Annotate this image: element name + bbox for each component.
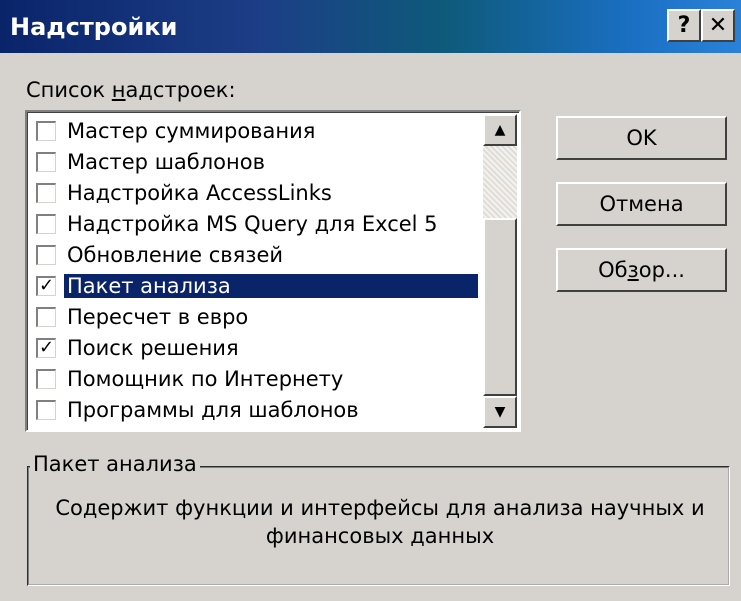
close-button[interactable]: ✕ bbox=[701, 9, 735, 42]
addin-checkbox[interactable] bbox=[36, 368, 56, 389]
description-text: Содержит функции и интерфейсы для анализ… bbox=[55, 496, 705, 548]
addin-checkbox[interactable] bbox=[36, 306, 56, 327]
list-item[interactable]: Обновление связей bbox=[30, 239, 478, 270]
list-item[interactable]: Надстройка MS Query для Excel 5 bbox=[30, 208, 478, 239]
scroll-up-button[interactable]: ▲ bbox=[483, 114, 517, 146]
vertical-scrollbar[interactable]: ▲ ▼ bbox=[483, 114, 517, 428]
title-bar: Надстройки ? ✕ bbox=[0, 0, 741, 53]
addin-label: Пакет анализа bbox=[64, 273, 478, 298]
addin-checkbox[interactable] bbox=[36, 399, 56, 420]
addin-checkbox[interactable] bbox=[36, 151, 56, 172]
addin-checkbox[interactable]: ✓ bbox=[36, 275, 56, 296]
list-item[interactable]: Пересчет в евро bbox=[30, 301, 478, 332]
addins-dialog: Надстройки ? ✕ Список надстроек: Мастер … bbox=[0, 0, 741, 601]
addin-label: Мастер шаблонов bbox=[67, 149, 265, 174]
addins-list-label: Список надстроек: bbox=[26, 78, 236, 102]
scroll-thumb[interactable] bbox=[483, 218, 517, 396]
cancel-button[interactable]: Отмена bbox=[556, 182, 727, 226]
scroll-down-button[interactable]: ▼ bbox=[483, 396, 517, 428]
list-item[interactable]: ✓ Поиск решения bbox=[30, 332, 478, 363]
addins-listbox[interactable]: Мастер суммирования Мастер шаблонов Надстр… bbox=[25, 110, 521, 432]
addin-label: Программы для шаблонов bbox=[67, 397, 359, 422]
description-title: Пакет анализа bbox=[30, 452, 200, 476]
addin-checkbox[interactable] bbox=[36, 244, 56, 265]
list-item[interactable]: Программы для шаблонов bbox=[30, 394, 478, 425]
addin-label: Поиск решения bbox=[67, 335, 239, 360]
addin-checkbox[interactable] bbox=[36, 120, 56, 141]
list-item[interactable]: ✓ Пакет анализа bbox=[30, 270, 478, 301]
addin-label: Надстройка AccessLinks bbox=[67, 180, 332, 205]
list-item[interactable]: Мастер суммирования bbox=[30, 115, 478, 146]
addin-checkbox[interactable] bbox=[36, 213, 56, 234]
browse-button[interactable]: Об з ор... bbox=[556, 248, 727, 292]
help-button[interactable]: ? bbox=[667, 9, 701, 42]
dialog-title: Надстройки bbox=[10, 13, 178, 41]
list-item[interactable]: Помощник по Интернету bbox=[30, 363, 478, 394]
addins-list-items: Мастер суммирования Мастер шаблонов Надстр… bbox=[30, 115, 478, 425]
ok-button[interactable]: OK bbox=[556, 116, 727, 160]
addin-checkbox[interactable] bbox=[36, 182, 56, 203]
addin-label: Пересчет в евро bbox=[67, 304, 249, 329]
addin-label: Мастер суммирования bbox=[67, 118, 316, 143]
list-item[interactable]: Надстройка AccessLinks bbox=[30, 177, 478, 208]
list-item[interactable]: Мастер шаблонов bbox=[30, 146, 478, 177]
addin-label: Обновление связей bbox=[67, 242, 284, 267]
addin-label: Помощник по Интернету bbox=[67, 366, 344, 391]
addin-checkbox[interactable]: ✓ bbox=[36, 337, 56, 358]
addin-label: Надстройка MS Query для Excel 5 bbox=[67, 211, 438, 236]
